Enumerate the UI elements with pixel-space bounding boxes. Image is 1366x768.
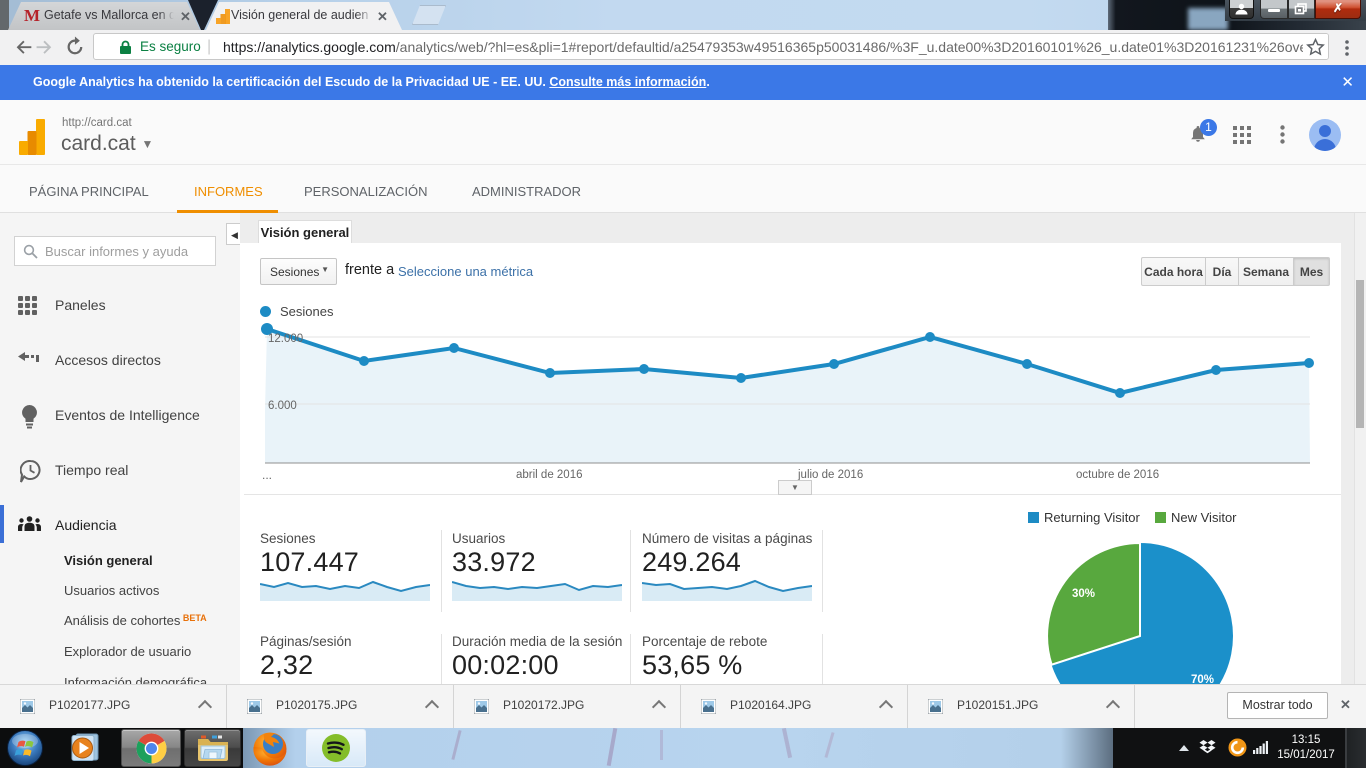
svg-text:12.000: 12.000 (268, 333, 303, 345)
svg-text:30%: 30% (1072, 588, 1095, 600)
svg-text:6.000: 6.000 (268, 400, 297, 412)
svg-text:70%: 70% (1191, 674, 1214, 684)
